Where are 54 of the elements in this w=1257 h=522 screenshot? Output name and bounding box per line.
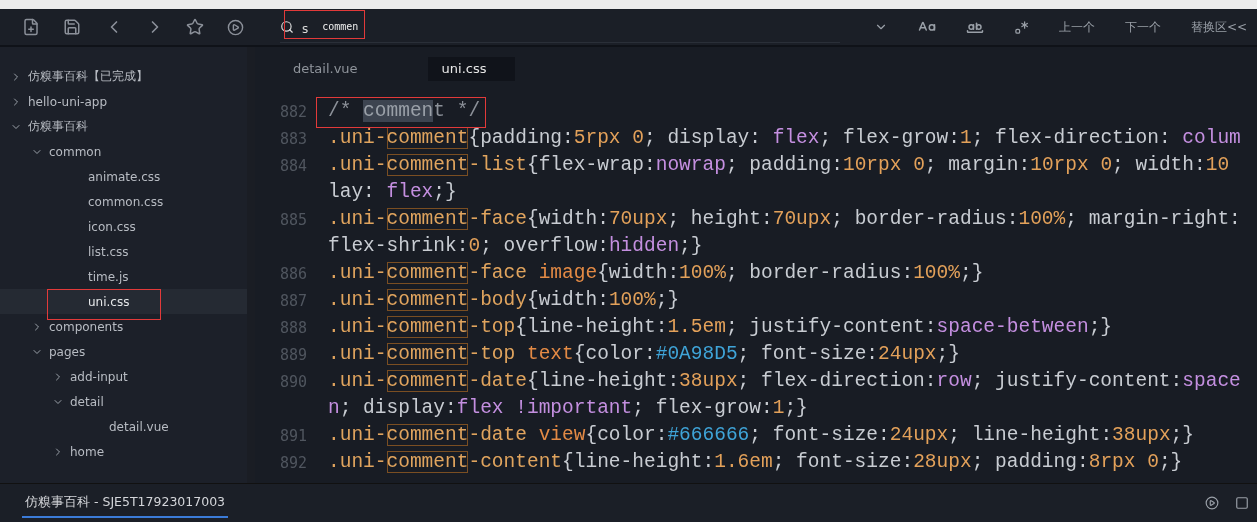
line-number: 889 xyxy=(278,345,307,364)
code-line: lay: flex;} xyxy=(328,182,457,203)
search-icon xyxy=(280,19,294,34)
tree-item[interactable]: common xyxy=(0,139,247,164)
code-line: .uni-comment-date view{color:#666666; font-size:24upx; line-height:38upx;} xyxy=(328,425,1194,446)
line-number: 883 xyxy=(278,129,307,148)
tree-item[interactable]: detail xyxy=(0,389,247,414)
line-number: 888 xyxy=(278,318,307,337)
code-line: .uni-comment-content{line-height:1.6em; font-size:28upx; padding:8rpx 0;} xyxy=(328,452,1183,473)
search-prefix: s xyxy=(302,21,309,36)
next-button[interactable]: 下一个 xyxy=(1124,18,1161,36)
replace-toggle-button[interactable]: 替换区<< xyxy=(1190,18,1247,36)
code-line: .uni-comment-body{width:100%;} xyxy=(328,290,680,311)
play-icon[interactable] xyxy=(1205,496,1219,510)
editor-tab[interactable]: uni.css xyxy=(427,57,515,81)
square-icon[interactable] xyxy=(1235,496,1249,510)
line-number: 885 xyxy=(278,210,307,229)
tree-item[interactable]: icon.css xyxy=(0,214,247,239)
previous-button[interactable]: 上一个 xyxy=(1058,18,1095,36)
tree-item[interactable]: add-input xyxy=(0,364,247,389)
line-number: 886 xyxy=(278,264,307,283)
tree-item[interactable]: hello-uni-app xyxy=(0,89,247,114)
line-number: 882 xyxy=(278,102,307,121)
tree-item[interactable]: time.js xyxy=(0,264,247,289)
line-number: 891 xyxy=(278,426,307,445)
tree-item[interactable]: 仿糗事百科【已完成】 xyxy=(0,64,247,89)
code-line: .uni-comment-top{line-height:1.5em; justify-content:space-between;} xyxy=(328,317,1113,338)
code-line: n; display:flex !important; flex-grow:1;} xyxy=(328,398,808,419)
tree-item[interactable]: list.css xyxy=(0,239,247,264)
line-number: 890 xyxy=(278,372,307,391)
search-input[interactable]: commen xyxy=(322,21,443,32)
tree-item[interactable]: home xyxy=(0,439,247,464)
code-line: /* comment */ xyxy=(328,101,481,122)
tree-item[interactable]: detail.vue xyxy=(0,414,247,439)
tree-item[interactable]: uni.css xyxy=(0,289,247,314)
tree-item[interactable]: pages xyxy=(0,339,247,364)
code-line: .uni-comment-face image{width:100%; border-radius:100%;} xyxy=(328,263,984,284)
line-number: 887 xyxy=(278,291,307,310)
code-line: flex-shrink:0; overflow:hidden;} xyxy=(328,236,703,257)
code-line: .uni-comment{padding:5rpx 0; display: flex; flex-grow:1; flex-direction: colum xyxy=(328,128,1241,149)
tree-item[interactable]: animate.css xyxy=(0,164,247,189)
tree-item[interactable]: components xyxy=(0,314,247,339)
line-number: 884 xyxy=(278,156,307,175)
code-line: .uni-comment-top text{color:#0A98D5; font-size:24upx;} xyxy=(328,344,960,365)
line-number: 892 xyxy=(278,453,307,472)
code-line: .uni-comment-list{flex-wrap:nowrap; padding:10rpx 0; margin:10rpx 0; width:10 xyxy=(328,155,1230,176)
code-line: .uni-comment-date{line-height:38upx; flex-direction:row; justify-content:space xyxy=(328,371,1241,392)
editor-tab[interactable]: detail.vue xyxy=(279,57,386,81)
tree-item[interactable]: common.css xyxy=(0,189,247,214)
search-field[interactable]: s commen xyxy=(280,11,840,43)
project-tab[interactable]: 仿糗事百科 - SJE5T17923017003 xyxy=(22,488,229,518)
tree-item[interactable]: 仿糗事百科 xyxy=(0,114,247,139)
regex-icon[interactable] xyxy=(1013,19,1029,35)
code-line: .uni-comment-face{width:70upx; height:70upx; border-radius:100%; margin-right: xyxy=(328,209,1241,230)
